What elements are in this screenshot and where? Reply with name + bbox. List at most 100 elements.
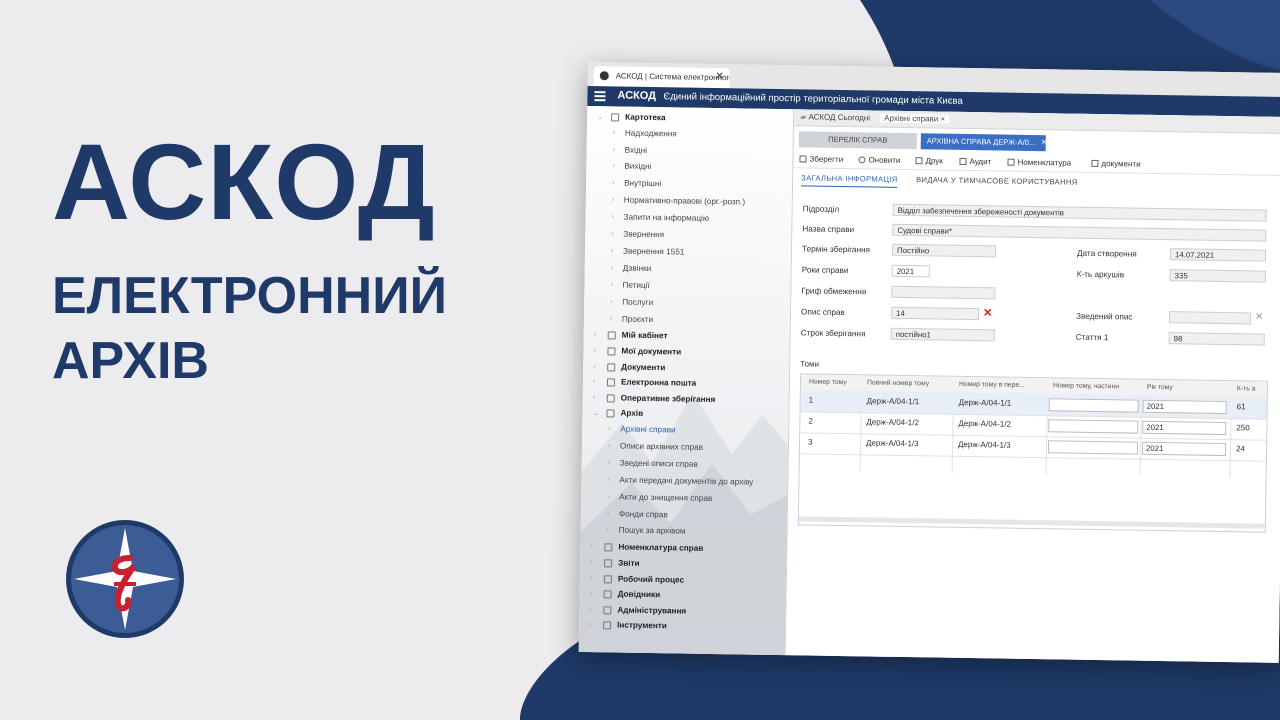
field-restriction[interactable]: [891, 285, 996, 300]
nomenclature-button[interactable]: Номенклатура: [1007, 158, 1071, 168]
chevron-icon[interactable]: ›: [612, 213, 614, 220]
chevron-icon[interactable]: ›: [608, 442, 610, 449]
subtab-archive-case[interactable]: АРХІВНА СПРАВА ДЕРЖ-А/0... ×: [920, 133, 1047, 152]
col-header[interactable]: К-ть а: [1237, 385, 1267, 392]
sidebar-item[interactable]: Дзвінки: [623, 263, 652, 272]
print-button[interactable]: Друк: [915, 156, 943, 166]
chevron-icon[interactable]: ⌄: [592, 410, 598, 418]
sidebar-item[interactable]: Архівні справи: [620, 425, 675, 435]
browser-tab[interactable]: АСКОД | Система електронного ✕: [593, 66, 730, 89]
chevron-icon[interactable]: ›: [607, 527, 609, 534]
close-icon[interactable]: ×: [1041, 137, 1047, 148]
chevron-icon[interactable]: ›: [594, 332, 596, 339]
chevron-icon[interactable]: ›: [610, 315, 612, 322]
field-created-date[interactable]: 14.07.2021: [1169, 248, 1267, 262]
sidebar-item[interactable]: Довідники: [618, 590, 661, 600]
field-case-inventory[interactable]: 14: [891, 306, 980, 321]
chevron-icon[interactable]: ›: [593, 394, 595, 401]
chevron-icon[interactable]: ›: [593, 363, 595, 370]
close-icon[interactable]: ×: [940, 115, 945, 124]
sidebar-item[interactable]: Картотека: [625, 113, 666, 123]
chevron-icon[interactable]: ›: [607, 476, 609, 483]
col-header[interactable]: Рік тому: [1147, 384, 1227, 392]
col-header[interactable]: Повний номер тому: [867, 379, 949, 387]
sidebar-item[interactable]: Запити на інформацію: [623, 213, 709, 223]
chevron-icon[interactable]: ⌄: [597, 113, 603, 121]
chevron-icon[interactable]: ›: [611, 230, 613, 237]
subtab-case-list[interactable]: ПЕРЕЛІК СПРАВ: [798, 131, 917, 150]
sidebar-item[interactable]: Архів: [620, 409, 643, 418]
chevron-icon[interactable]: ›: [593, 378, 595, 385]
sidebar-item[interactable]: Номенклатура справ: [618, 543, 703, 553]
sidebar-item[interactable]: Звернення: [623, 230, 664, 240]
col-header[interactable]: Номер тому в пере...: [959, 381, 1043, 389]
field-article[interactable]: 98: [1168, 332, 1265, 346]
field-summary-inventory[interactable]: [1168, 311, 1252, 325]
chevron-icon[interactable]: ›: [613, 129, 615, 136]
chevron-icon[interactable]: ›: [590, 543, 592, 550]
sidebar-item[interactable]: Робочий процес: [618, 574, 684, 584]
sidebar-item[interactable]: Нормативно-правові (орг.-розп.): [624, 196, 745, 207]
save-button[interactable]: Зберегти: [799, 154, 843, 164]
chevron-icon[interactable]: ›: [611, 264, 613, 271]
sidebar-item[interactable]: Звіти: [618, 558, 640, 567]
chevron-icon[interactable]: ›: [612, 180, 614, 187]
sidebar-item[interactable]: Вхідні: [625, 145, 648, 154]
chevron-icon[interactable]: ›: [608, 425, 610, 432]
sidebar-item[interactable]: Петиції: [622, 280, 649, 289]
sidebar-item[interactable]: Оперативне зберігання: [621, 393, 716, 403]
chevron-icon[interactable]: ›: [589, 606, 591, 613]
chevron-icon[interactable]: ›: [590, 559, 592, 566]
input-volume-year[interactable]: 2021: [1142, 399, 1227, 415]
horizontal-scrollbar[interactable]: [798, 516, 1265, 529]
sidebar-item[interactable]: Мій кабінет: [622, 331, 668, 341]
col-header[interactable]: Номер тому, частини: [1053, 382, 1139, 390]
chevron-icon[interactable]: ›: [593, 347, 595, 354]
sidebar-item[interactable]: Документи: [621, 362, 665, 372]
chevron-icon[interactable]: ›: [607, 493, 609, 500]
field-case-years[interactable]: 2021: [891, 264, 930, 278]
chevron-icon[interactable]: ›: [590, 590, 592, 597]
tab-archive-cases[interactable]: Архівні справи ×: [880, 113, 950, 124]
menu-icon[interactable]: [594, 91, 606, 101]
chevron-icon[interactable]: ›: [590, 575, 592, 582]
sidebar-item[interactable]: Надходження: [625, 128, 677, 138]
field-case-name[interactable]: Судові справи*: [892, 223, 1267, 242]
chevron-icon[interactable]: ›: [607, 510, 609, 517]
chevron-icon[interactable]: ›: [613, 146, 615, 153]
chevron-icon[interactable]: ›: [612, 163, 614, 170]
input-volume-year[interactable]: 2021: [1141, 441, 1227, 457]
input-volume-part[interactable]: [1047, 440, 1139, 455]
chevron-icon[interactable]: ›: [612, 197, 614, 204]
sidebar-item[interactable]: Звернення 1551: [623, 246, 684, 256]
field-pidrozdil[interactable]: Відділ забезпечення збереженості докумен…: [892, 203, 1267, 222]
chevron-icon[interactable]: ›: [610, 298, 612, 305]
tab-general-info[interactable]: ЗАГАЛЬНА ІНФОРМАЦІЯ: [801, 173, 898, 188]
documents-button[interactable]: документи: [1091, 159, 1141, 169]
field-storage-term[interactable]: Постійно: [891, 243, 997, 258]
sidebar-item[interactable]: Інструменти: [617, 621, 667, 631]
sidebar-item[interactable]: Внутрішні: [624, 179, 661, 189]
input-volume-part[interactable]: [1048, 398, 1139, 413]
sidebar-item[interactable]: Зведені описи справ: [620, 458, 698, 468]
sidebar-item[interactable]: Фонди справ: [619, 509, 668, 519]
input-volume-part[interactable]: [1048, 419, 1139, 434]
sidebar-item[interactable]: Мої документи: [621, 347, 681, 357]
chevron-icon[interactable]: ›: [608, 459, 610, 466]
field-storage-period[interactable]: постійно1: [890, 327, 995, 342]
chevron-icon[interactable]: ›: [589, 621, 591, 628]
sidebar-item[interactable]: Адміністрування: [617, 605, 686, 615]
sidebar-item[interactable]: Пошук за архівом: [619, 526, 686, 536]
field-sheet-count[interactable]: 335: [1169, 269, 1266, 283]
tab-temporary-issue[interactable]: ВИДАЧА У ТИМЧАСОВЕ КОРИСТУВАННЯ: [916, 175, 1078, 187]
sidebar-item[interactable]: Послуги: [622, 297, 653, 306]
chevron-icon[interactable]: ›: [610, 281, 612, 288]
sidebar-item[interactable]: Вихідні: [624, 162, 651, 171]
sidebar-item[interactable]: Проєкти: [622, 314, 653, 323]
tab-askod-today[interactable]: ▰ АСКОД Сьогодні: [800, 112, 870, 122]
chevron-icon[interactable]: ›: [611, 247, 613, 254]
clear-icon[interactable]: ✕: [983, 306, 992, 319]
clear-icon[interactable]: ✕: [1255, 312, 1264, 323]
input-volume-year[interactable]: 2021: [1142, 420, 1227, 436]
audit-button[interactable]: Аудит: [959, 157, 991, 166]
